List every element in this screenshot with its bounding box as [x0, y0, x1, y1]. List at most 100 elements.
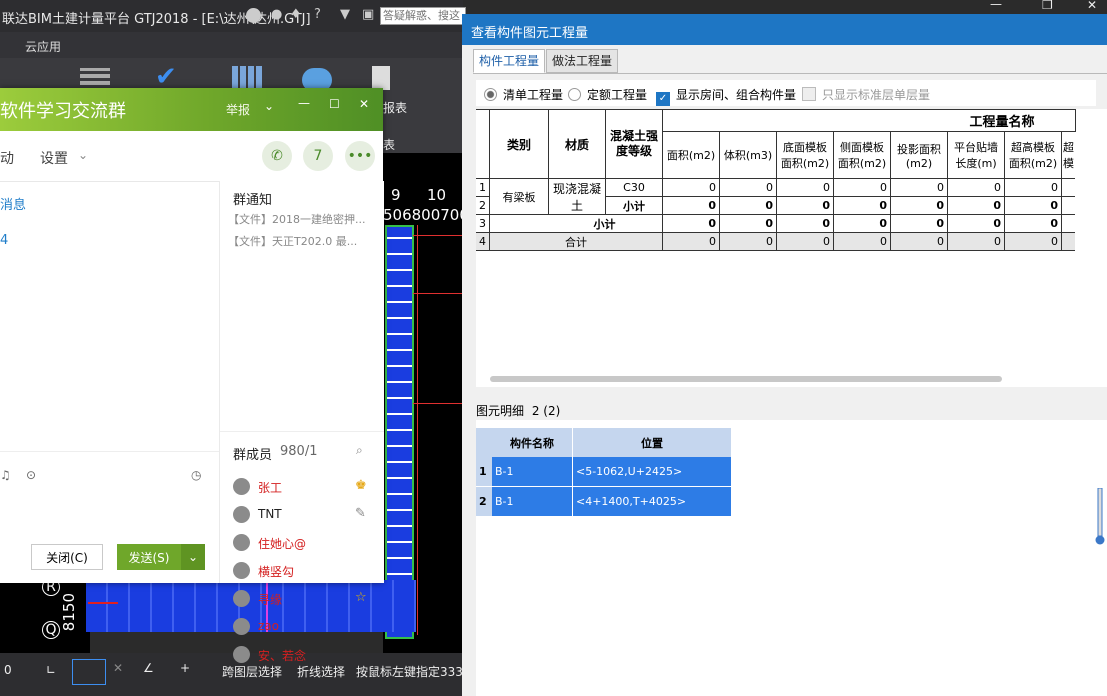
minimize-icon[interactable]: —: [298, 96, 310, 110]
bulb-icon[interactable]: ♦: [290, 7, 302, 22]
nav-settings[interactable]: 设置: [40, 148, 68, 168]
member-item[interactable]: 横竖勾: [233, 560, 383, 582]
close-icon[interactable]: ✕: [359, 97, 369, 111]
snap-icon[interactable]: +: [180, 661, 190, 675]
notice-item[interactable]: 【文件】2018一建绝密押...: [228, 211, 365, 227]
calendar-icon[interactable]: 7: [303, 141, 333, 171]
members-count: 980/1: [280, 444, 318, 459]
select-box-icon[interactable]: [72, 659, 106, 685]
quantity-name-header: 工程量名称: [662, 109, 1076, 132]
row-num-header: [476, 428, 492, 457]
member-item[interactable]: TNT ✎: [233, 504, 383, 526]
cross-icon[interactable]: ✕: [113, 661, 123, 675]
material-cell: 现浇混凝土: [548, 178, 606, 215]
value-cell: 0: [890, 178, 948, 197]
more-circle-icon[interactable]: ⊙: [26, 468, 36, 482]
notice-item[interactable]: 【文件】天正T202.0 最...: [228, 233, 357, 249]
radio-quota-quantity[interactable]: 定额工程量: [568, 86, 647, 103]
tab-component-quantity[interactable]: 构件工程量: [473, 49, 546, 73]
option-label: 只显示标准层单层量: [822, 88, 931, 102]
report-icon[interactable]: [372, 66, 390, 90]
tab-body-border: [473, 73, 1107, 74]
member-name: 住她心@: [258, 537, 307, 551]
notification-icon[interactable]: ●: [271, 7, 282, 22]
clock-icon[interactable]: ◷: [191, 468, 201, 482]
nav-activity[interactable]: 动: [0, 148, 14, 168]
cad-red-line-2: [413, 293, 463, 294]
table-row[interactable]: 2 B-1 <4+1400,T+4025>: [476, 486, 731, 516]
report-link[interactable]: 举报: [226, 101, 250, 118]
checkbox-show-room[interactable]: ✓ 显示房间、组合构件量: [656, 86, 796, 106]
position-cell: <5-1062,U+2425>: [572, 457, 731, 487]
send-options-chevron[interactable]: ⌄: [181, 544, 205, 570]
category-cell: 有梁板: [489, 178, 549, 215]
table-row[interactable]: 3 小计 0 0 0 0 0 0 0: [476, 214, 1075, 233]
upload-icon[interactable]: ▣: [362, 7, 374, 22]
close-icon[interactable]: ✕: [1087, 0, 1097, 12]
search-input[interactable]: [380, 7, 466, 25]
close-button[interactable]: 关闭(C): [31, 544, 103, 570]
row-num: 1: [476, 457, 492, 487]
chevron-down-icon[interactable]: ⌄: [264, 99, 274, 113]
header-row: 类别 材质 混凝土强度等级 工程量名称: [476, 109, 1076, 179]
ortho-icon[interactable]: ∟: [46, 663, 56, 677]
value-cell: 0: [719, 214, 777, 233]
value-cell: 0: [662, 232, 720, 251]
horizontal-scrollbar[interactable]: [490, 376, 1002, 382]
maximize-icon[interactable]: ☐: [329, 97, 340, 111]
checkbox-standard-floor[interactable]: 只显示标准层单层量: [802, 86, 930, 103]
member-item[interactable]: zao: [233, 616, 383, 638]
chevron-down-icon[interactable]: ⌄: [78, 148, 88, 162]
send-button[interactable]: 发送(S): [117, 544, 181, 570]
detail-header: 图元明细 2 (2): [476, 402, 1107, 420]
group-title: 软件学习交流群: [0, 101, 126, 122]
value-cell: 0: [776, 232, 834, 251]
value-cell: 0: [662, 178, 720, 197]
table-icon[interactable]: [232, 66, 262, 90]
col-component-name: 构件名称: [492, 428, 573, 457]
radio-bill-quantity[interactable]: 清单工程量: [484, 86, 563, 103]
member-item[interactable]: 寻缘 ☆: [233, 588, 383, 610]
value-cell: 0: [947, 178, 1005, 197]
help-icon[interactable]: ?: [314, 7, 321, 22]
table-row[interactable]: 4 合计 0 0 0 0 0 0 0: [476, 232, 1075, 251]
message-link[interactable]: 消息: [0, 194, 26, 213]
value-cell-partial: [1061, 196, 1075, 215]
member-name: TNT: [258, 507, 282, 521]
quantity-grid-area: 类别 材质 混凝土强度等级 工程量名称 面积(m2) 体积(m3) 底面模板面积…: [476, 109, 1107, 387]
option-label: 清单工程量: [503, 88, 564, 102]
bell-icon[interactable]: ♫: [0, 468, 11, 482]
col-header: 底面模板面积(m2): [776, 131, 834, 179]
shirt-icon[interactable]: ▼: [340, 7, 350, 22]
search-icon[interactable]: ⌕: [356, 443, 363, 458]
tab-method-quantity[interactable]: 做法工程量: [546, 49, 619, 73]
minimize-icon[interactable]: —: [990, 0, 1002, 11]
table-row[interactable]: 1 有梁板 现浇混凝土 C30 0 0 0 0 0 0 0: [476, 178, 1075, 215]
avatar-icon[interactable]: [246, 8, 261, 23]
cad-canvas[interactable]: 9 10 5068007000: [383, 153, 463, 653]
member-item[interactable]: 安、若念: [233, 644, 383, 666]
value-cell: 0: [1004, 178, 1062, 197]
member-name: 寻缘: [258, 593, 283, 607]
more-icon[interactable]: •••: [345, 141, 375, 171]
toolbar-report-label-2: 表: [383, 138, 396, 152]
restore-icon[interactable]: ❐: [1042, 0, 1053, 12]
row-num: 3: [476, 214, 490, 233]
value-cell: 0: [662, 196, 720, 215]
member-item[interactable]: 住她心@: [233, 532, 383, 554]
menu-cloud-app[interactable]: 云应用: [25, 38, 61, 55]
member-item[interactable]: 张工 ♚: [233, 476, 383, 498]
value-cell: 0: [947, 214, 1005, 233]
cad-red-vline: [417, 225, 418, 635]
avatar: [233, 562, 250, 579]
qq-input-area[interactable]: ♫ ⊙ ◷ 关闭(C) 发送(S) ⌄: [0, 451, 219, 584]
cad-canvas-left[interactable]: R 8150 Q: [0, 575, 90, 653]
checkbox-icon: [802, 87, 816, 101]
phone-icon[interactable]: ✆: [262, 141, 292, 171]
angle-icon[interactable]: ∠: [143, 661, 154, 675]
material-header: 材质: [548, 109, 606, 179]
option-label: 定额工程量: [587, 88, 648, 102]
divider: [220, 431, 384, 432]
value-cell: 0: [1004, 196, 1062, 215]
table-row[interactable]: 1 B-1 <5-1062,U+2425>: [476, 457, 731, 487]
